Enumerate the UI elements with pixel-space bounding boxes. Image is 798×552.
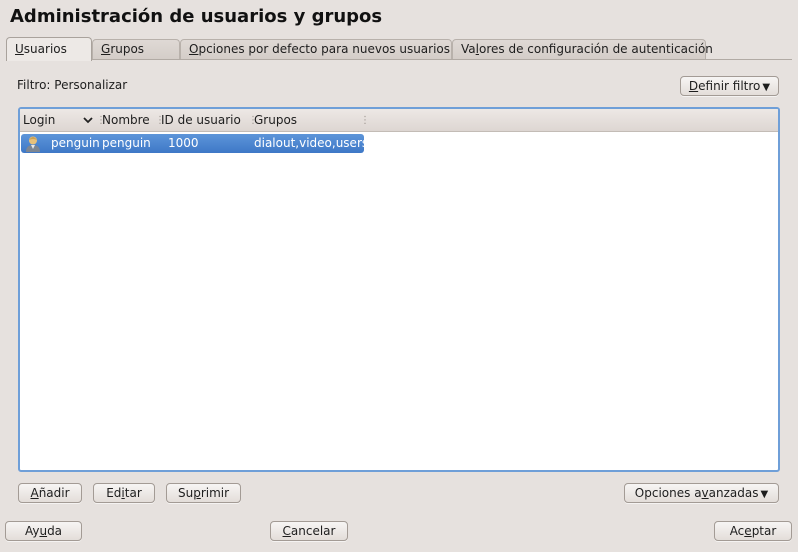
- delete-label: rimir: [200, 486, 230, 500]
- tab-authentication-settings[interactable]: Valores de configuración de autenticació…: [452, 39, 713, 59]
- add-button[interactable]: Añadir: [18, 483, 82, 503]
- column-header-login[interactable]: Login: [23, 113, 55, 127]
- tab-defaults-new-users[interactable]: Opciones por defecto para nuevos usuario…: [180, 39, 452, 59]
- help-label: da: [47, 524, 63, 538]
- column-separator: ⋮: [360, 115, 370, 126]
- define-filter-mnemonic: D: [688, 79, 699, 93]
- column-header-groups[interactable]: Grupos: [254, 113, 297, 127]
- help-button[interactable]: Ayuda: [5, 521, 82, 541]
- filter-label: Filtro: Personalizar: [17, 78, 128, 92]
- add-mnemonic: A: [30, 486, 39, 500]
- tab-defaults-label: pciones por defecto para nuevos usuarios: [198, 42, 451, 56]
- tab-users-mnemonic: U: [15, 42, 24, 56]
- advanced-options-label: anzadas: [708, 486, 759, 500]
- help-mnemonic: u: [39, 524, 48, 538]
- cell-uid: 1000: [168, 136, 199, 150]
- advanced-options-mnemonic: v: [701, 486, 709, 500]
- tab-divider: [6, 59, 792, 60]
- cancel-mnemonic: C: [282, 524, 291, 538]
- delete-label-pre: Su: [177, 486, 194, 500]
- column-header-name-label: Nombre: [102, 113, 150, 127]
- users-table[interactable]: Login ⋮ Nombre ⋮ ID de usuario ⋮ Grupos …: [18, 107, 780, 472]
- table-row[interactable]: penguin penguin 1000 dialout,video,users: [21, 134, 368, 153]
- chevron-down-icon: ▼: [762, 82, 771, 93]
- cell-groups: dialout,video,users: [254, 136, 369, 150]
- user-icon: [26, 136, 40, 152]
- advanced-options-label-pre: Opciones a: [634, 486, 702, 500]
- define-filter-label: efinir filtro: [698, 79, 761, 93]
- window-title: Administración de usuarios y grupos: [10, 6, 383, 27]
- define-filter-button[interactable]: Definir filtro ▼: [680, 76, 779, 96]
- edit-label: tar: [124, 486, 142, 500]
- delete-button[interactable]: Suprimir: [166, 483, 241, 503]
- delete-mnemonic: p: [193, 486, 201, 500]
- cell-login: penguin: [51, 136, 100, 150]
- tab-groups[interactable]: Grupos: [92, 39, 180, 59]
- cancel-button[interactable]: Cancelar: [270, 521, 348, 541]
- cell-name: penguin: [102, 136, 151, 150]
- column-header-uid[interactable]: ID de usuario: [161, 113, 241, 127]
- accept-button[interactable]: Aceptar: [714, 521, 792, 541]
- edit-label-pre: Ed: [106, 486, 122, 500]
- column-header-uid-label: ID de usuario: [161, 113, 241, 127]
- sort-chevron-down-icon[interactable]: [83, 117, 93, 124]
- tab-users-label: suarios: [23, 42, 67, 56]
- tab-groups-mnemonic: G: [101, 42, 111, 56]
- advanced-options-button[interactable]: Opciones avanzadas ▼: [624, 483, 779, 503]
- tab-groups-label: rupos: [110, 42, 145, 56]
- column-header-name[interactable]: Nombre: [102, 113, 150, 127]
- tab-users[interactable]: Usuarios: [6, 37, 92, 61]
- cancel-label: ancelar: [290, 524, 336, 538]
- accept-label: ptar: [751, 524, 777, 538]
- accept-mnemonic: e: [744, 524, 752, 538]
- edit-button[interactable]: Editar: [93, 483, 155, 503]
- help-label-pre: Ay: [24, 524, 40, 538]
- chevron-down-icon: ▼: [760, 489, 769, 500]
- tab-auth-label-pre: Va: [461, 42, 476, 56]
- add-label: ñadir: [38, 486, 70, 500]
- column-header-login-label: Login: [23, 113, 56, 127]
- column-header-groups-label: Grupos: [254, 113, 298, 127]
- tab-auth-label: ores de configuración de autenticación: [478, 42, 713, 56]
- accept-label-pre: Ac: [729, 524, 745, 538]
- table-header: Login ⋮ Nombre ⋮ ID de usuario ⋮ Grupos …: [20, 109, 778, 132]
